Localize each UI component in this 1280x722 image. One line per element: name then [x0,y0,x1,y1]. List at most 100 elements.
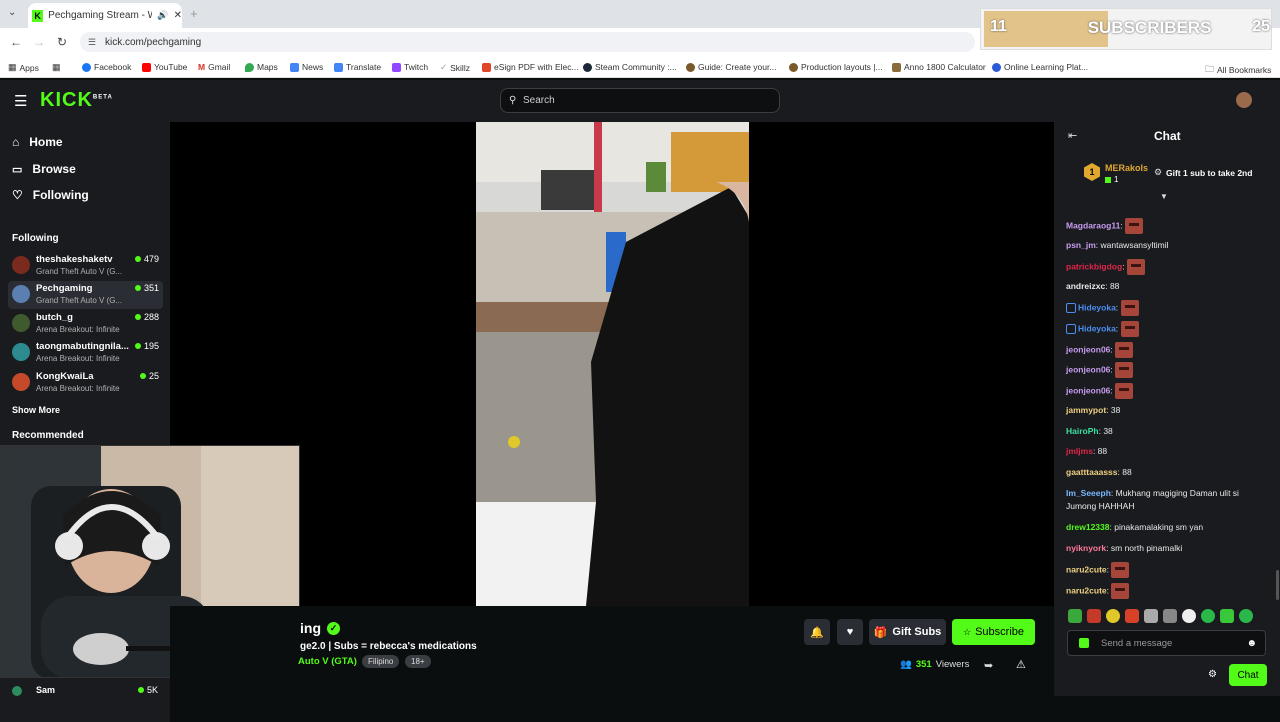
report-warning-icon[interactable]: ⚠ [1016,658,1026,671]
chat-username[interactable]: psn_jm [1066,240,1096,250]
expand-chevron-icon[interactable]: ▼ [1160,192,1168,201]
chat-username[interactable]: naru2cute [1066,585,1107,595]
bookmark-grid[interactable]: ▦ [52,62,61,73]
video-frame[interactable] [476,122,749,606]
emote-kick-icon[interactable] [1201,609,1215,623]
chat-username[interactable]: gaatttaaasss [1066,467,1118,477]
chat-username[interactable]: jmljms [1066,446,1093,456]
share-icon[interactable]: ➥ [984,659,993,672]
notification-bell-button[interactable]: 🔔 [804,619,830,645]
channel-item-active[interactable]: Pechgaming Grand Theft Auto V (G... 351 [8,281,163,309]
send-chat-button[interactable]: Chat [1229,664,1267,686]
browser-tab[interactable]: K Pechgaming Stream - Watc 🔊 ✕ [28,3,182,28]
all-bookmarks[interactable]: 🗀 All Bookmarks [1205,62,1271,78]
recommended-section-label: Recommended [12,430,84,441]
chat-message: Hideyoka: [1066,300,1266,316]
collapse-chat-icon[interactable]: ⇤ [1068,129,1077,142]
chat-username[interactable]: jammypot [1066,405,1106,415]
reload-icon[interactable]: ↻ [57,35,67,49]
chat-username[interactable]: patrickbigdog [1066,261,1122,271]
nav-browse[interactable]: ▭ Browse [12,159,76,179]
chat-username[interactable]: jeonjeon06 [1066,344,1110,354]
stream-title: ge2.0 | Subs = rebecca's medications [300,641,477,652]
emote-frog-icon[interactable] [1068,609,1082,623]
tag-filipino[interactable]: Filipino [362,655,400,668]
show-more-link[interactable]: Show More [12,405,60,415]
chat-message-input[interactable]: Send a message ☻ [1067,630,1266,656]
stream-category-link[interactable]: Auto V (GTA) [298,656,357,667]
bookmark-esign[interactable]: eSign PDF with Elec... [482,62,579,72]
emote-gun-icon[interactable] [1163,609,1177,623]
tab-list-chevron-icon[interactable]: ⌄ [8,7,16,18]
streamer-name: ing ✓ [300,620,340,636]
site-info-icon[interactable]: ☰ [88,37,96,48]
subscribe-button[interactable]: ☆ Subscribe [952,619,1035,645]
bookmark-online-learning[interactable]: Online Learning Plat... [992,62,1088,72]
chat-username[interactable]: naru2cute [1066,564,1107,574]
bookmark-production-layouts[interactable]: Production layouts |... [789,62,883,72]
nav-home[interactable]: ⌂ Home [12,132,63,152]
search-input[interactable]: ⚲ Search [500,88,780,113]
chat-username[interactable]: jeonjeon06 [1066,364,1110,374]
emote-smile-icon[interactable] [1220,609,1234,623]
chat-scrollbar[interactable] [1276,570,1279,600]
channel-item[interactable]: taongmabutingnila... Arena Breakout: Inf… [8,339,163,367]
emote-feather-icon[interactable] [1144,609,1158,623]
pinned-gifter-banner[interactable]: 1 MERakols 1 ⚙ Gift 1 sub to take 2nd ▼ [1058,153,1278,201]
chat-settings-icon[interactable]: ⚙ [1208,669,1217,680]
bookmark-apps[interactable]: ▦ Apps [8,62,39,73]
skillz-icon: ✓ [440,62,448,72]
emote-pencil-icon[interactable] [1125,609,1139,623]
chat-username[interactable]: andreizxc [1066,281,1105,291]
tab-audio-icon[interactable]: 🔊 [157,10,168,21]
tag-18plus[interactable]: 18+ [405,655,431,668]
emote-skull-icon[interactable] [1182,609,1196,623]
user-avatar[interactable] [1236,92,1252,108]
hamburger-menu-icon[interactable]: ☰ [14,92,27,110]
recommended-channel-item[interactable]: Sam 5K [12,685,162,697]
bookmark-skillz[interactable]: ✓ Skillz [440,62,470,73]
chat-username[interactable]: Magdaraog11 [1066,220,1120,230]
chat-text: pinakamalaking sm yan [1114,522,1204,532]
smiley-icon[interactable]: ☻ [1246,638,1257,649]
chat-username[interactable]: HairoPh [1066,426,1099,436]
chat-message: Magdaraog11: [1066,218,1266,234]
chat-username[interactable]: Im_Seeeph [1066,488,1111,498]
url-input[interactable]: ☰ kick.com/pechgaming [80,32,975,52]
back-icon[interactable]: ← [10,35,22,49]
bookmark-guide[interactable]: Guide: Create your... [686,62,776,72]
kick-logo[interactable]: KICKBETA [40,89,113,112]
bookmark-anno[interactable]: Anno 1800 Calculator [892,62,986,72]
chat-emote-icon [1115,342,1134,358]
bookmark-news[interactable]: News [290,62,323,72]
chat-message: patrickbigdog: [1066,259,1266,275]
tab-close-icon[interactable]: ✕ [174,10,182,21]
emote-picker-icon[interactable] [1079,638,1089,648]
chat-username[interactable]: Hideyoka [1078,302,1116,312]
bookmark-translate[interactable]: Translate [334,62,381,72]
emote-laugh-icon[interactable] [1106,609,1120,623]
gift-subs-button[interactable]: 🎁 Gift Subs [869,619,946,645]
channel-item[interactable]: butch_g Arena Breakout: Infinite 288 [8,310,163,338]
bookmark-maps[interactable]: Maps [245,62,278,72]
bookmark-facebook[interactable]: Facebook [82,62,131,72]
gift-icon: 🎁 [873,626,888,639]
bookmark-youtube[interactable]: YouTube [142,62,187,72]
channel-item[interactable]: theshakeshaketv Grand Theft Auto V (G...… [8,252,163,280]
bookmark-gmail[interactable]: M Gmail [198,62,230,72]
chat-username[interactable]: nyiknyork [1066,543,1106,553]
follow-button[interactable]: ♥ [837,619,863,645]
emote-wave-icon[interactable] [1239,609,1253,623]
bookmark-twitch[interactable]: Twitch [392,62,428,72]
chat-username[interactable]: jeonjeon06 [1066,385,1110,395]
new-tab-icon[interactable]: + [190,6,198,21]
emote-angry-icon[interactable] [1087,609,1101,623]
nav-following[interactable]: ♡ Following [12,185,89,205]
bookmark-steam[interactable]: Steam Community :... [583,62,677,72]
chat-username[interactable]: drew12338 [1066,522,1109,532]
channel-item[interactable]: KongKwaiLa Arena Breakout: Infinite 25 [8,369,163,397]
chat-username[interactable]: Hideyoka [1078,323,1116,333]
chat-emote-icon [1111,562,1130,578]
video-scene [476,122,749,606]
forward-icon[interactable]: → [33,35,45,49]
